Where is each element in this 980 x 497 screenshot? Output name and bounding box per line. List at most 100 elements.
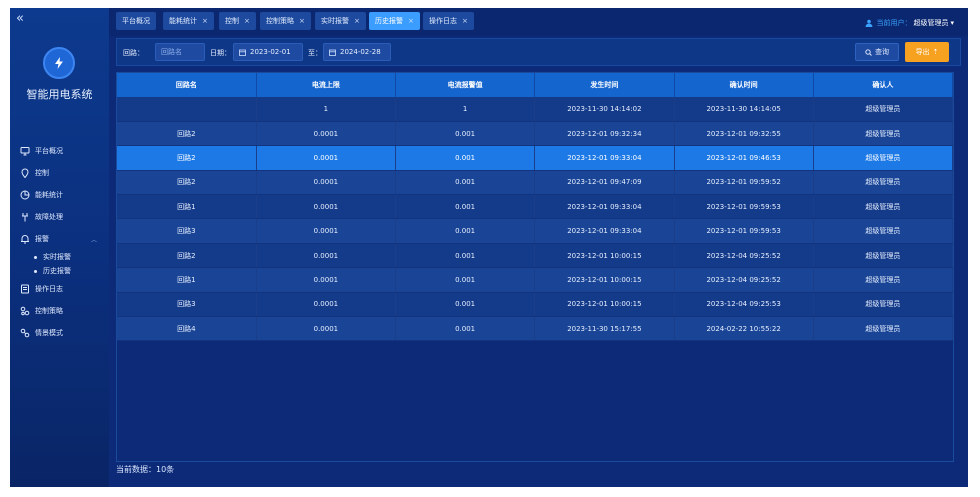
sidebar-item-scene-mode[interactable]: 情景模式 (10, 322, 109, 344)
table-row[interactable]: 回路2 0.0001 0.001 2023-12-01 09:32:34 2023-12… (117, 121, 954, 147)
calendar-icon (329, 49, 336, 56)
tab-control-strategy[interactable]: 控制策略 × (260, 12, 311, 30)
table-cell: 0.001 (395, 145, 536, 171)
sidebar-item-label: 平台概况 (35, 147, 63, 155)
tab-label: 控制 (225, 17, 239, 25)
table-cell: 2023-12-01 09:59:52 (674, 170, 814, 196)
sidebar-item-label: 能耗统计 (35, 191, 63, 199)
tab-realtime-alarm[interactable]: 实时报警 × (315, 12, 366, 30)
loop-placeholder: 回路名 (161, 48, 182, 56)
close-icon[interactable]: × (462, 17, 468, 25)
table-cell: 0.001 (395, 194, 536, 220)
tab-history-alarm[interactable]: 历史报警 × (369, 12, 420, 30)
table-cell: 回路1 (117, 267, 257, 293)
sidebar-item-fault[interactable]: 故障处理 (10, 206, 109, 228)
loop-label: 回路： (123, 49, 144, 57)
close-icon[interactable]: × (408, 17, 414, 25)
close-icon[interactable]: × (354, 17, 360, 25)
column-header[interactable]: 电流上限 (256, 73, 397, 97)
table-cell: 2023-12-01 09:46:53 (674, 145, 814, 171)
column-header[interactable]: 确认人 (813, 73, 954, 97)
close-icon[interactable]: × (299, 17, 305, 25)
close-icon[interactable]: × (202, 17, 208, 25)
sidebar-item-control[interactable]: 控制 (10, 162, 109, 184)
data-count: 当前数据：10条 (116, 465, 175, 474)
sidebar-item-overview[interactable]: 平台概况 (10, 140, 109, 162)
table-row[interactable]: 回路1 0.0001 0.001 2023-12-01 09:33:04 2023-12… (117, 194, 954, 220)
pie-icon (20, 190, 30, 200)
sidebar-menu: 平台概况 控制 能耗统计 故障处理 报警 ︿ 实时报警 历史报警 操作日志 控制… (10, 140, 109, 344)
table-header-row: 回路名 电流上限 电流报警值 发生时间 确认时间 确认人 (117, 73, 954, 97)
table-row[interactable]: 回路2 0.0001 0.001 2023-12-01 10:00:15 2023-12… (117, 243, 954, 269)
sidebar: « 智能用电系统 平台概况 控制 能耗统计 故障处理 报警 ︿ 实时报警 历史报… (10, 8, 109, 487)
table-cell: 2023-12-04 09:25:53 (674, 292, 814, 318)
app-window: « 智能用电系统 平台概况 控制 能耗统计 故障处理 报警 ︿ 实时报警 历史报… (10, 8, 968, 487)
table-row[interactable]: 回路2 0.0001 0.001 2023-12-01 09:47:09 2023-12… (117, 170, 954, 196)
table-row[interactable]: 回路3 0.0001 0.001 2023-12-01 10:00:15 2023-12… (117, 292, 954, 318)
table-cell: 回路2 (117, 121, 257, 147)
table-cell: 0.0001 (256, 194, 397, 220)
collapse-sidebar-icon[interactable]: « (16, 12, 24, 26)
table-cell: 1 (395, 97, 536, 122)
table-row[interactable]: 1 1 2023-11-30 14:14:02 2023-11-30 14:14:05… (117, 97, 954, 122)
monitor-icon (20, 146, 30, 156)
table-row[interactable]: 回路3 0.0001 0.001 2023-12-01 09:33:04 2023-12… (117, 218, 954, 244)
table-cell: 0.0001 (256, 316, 397, 342)
query-button[interactable]: 查询 (855, 43, 899, 61)
sidebar-subitem-history-alarm[interactable]: 历史报警 (10, 264, 109, 278)
sidebar-subitem-label: 历史报警 (43, 267, 71, 275)
sidebar-subitem-realtime-alarm[interactable]: 实时报警 (10, 250, 109, 264)
export-button[interactable]: 导出 ⇡ (905, 42, 949, 62)
tab-overview[interactable]: 平台概况 (116, 12, 156, 30)
column-header[interactable]: 发生时间 (534, 73, 675, 97)
table-cell (117, 97, 257, 122)
tab-label: 历史报警 (375, 17, 403, 25)
sidebar-item-label: 控制策略 (35, 307, 63, 315)
sidebar-item-control-strategy[interactable]: 控制策略 (10, 300, 109, 322)
table-cell: 超级管理员 (813, 145, 954, 171)
table-cell: 超级管理员 (813, 292, 954, 318)
user-menu[interactable]: 当前用户： 超级管理员 ▾ (865, 18, 954, 28)
column-header[interactable]: 电流报警值 (395, 73, 536, 97)
bell-icon (20, 234, 30, 244)
table-cell: 2023-12-01 10:00:15 (534, 292, 675, 318)
end-date-input[interactable]: 2024-02-28 (323, 43, 391, 61)
column-header[interactable]: 确认时间 (674, 73, 814, 97)
flow-icon (20, 306, 30, 316)
table-cell: 2023-12-01 09:59:53 (674, 218, 814, 244)
start-date-value: 2023-02-01 (250, 48, 291, 56)
table-cell: 2023-12-04 09:25:52 (674, 243, 814, 269)
upload-icon: ⇡ (932, 48, 939, 56)
table-cell: 0.001 (395, 243, 536, 269)
table-row[interactable]: 回路1 0.0001 0.001 2023-12-01 10:00:15 2023-12… (117, 267, 954, 293)
tab-energy-stats[interactable]: 能耗统计 × (163, 12, 214, 30)
column-header[interactable]: 回路名 (117, 73, 257, 97)
table-row[interactable]: 回路4 0.0001 0.001 2023-11-30 15:17:55 2024-02… (117, 316, 954, 342)
table-cell: 回路3 (117, 292, 257, 318)
table-cell: 回路3 (117, 218, 257, 244)
table-row[interactable]: 回路2 0.0001 0.001 2023-12-01 09:33:04 2023-12… (117, 145, 954, 171)
table-cell: 超级管理员 (813, 97, 954, 122)
tab-label: 实时报警 (321, 17, 349, 25)
table-cell: 0.001 (395, 218, 536, 244)
start-date-input[interactable]: 2023-02-01 (233, 43, 303, 61)
table-cell: 超级管理员 (813, 218, 954, 244)
table-cell: 0.0001 (256, 145, 397, 171)
bullet-dot-icon (34, 269, 37, 273)
sidebar-item-energy-stats[interactable]: 能耗统计 (10, 184, 109, 206)
tab-control[interactable]: 控制 × (219, 12, 256, 30)
tab-label: 平台概况 (122, 17, 150, 25)
close-icon[interactable]: × (244, 17, 250, 25)
table-cell: 超级管理员 (813, 243, 954, 269)
table-cell: 0.0001 (256, 267, 397, 293)
tab-operation-log[interactable]: 操作日志 × (423, 12, 474, 30)
table-cell: 1 (256, 97, 397, 122)
table-cell: 超级管理员 (813, 121, 954, 147)
sidebar-item-alarm[interactable]: 报警 ︿ (10, 228, 109, 250)
table-cell: 回路4 (117, 316, 257, 342)
pin-icon (20, 168, 30, 178)
sidebar-item-operation-log[interactable]: 操作日志 (10, 278, 109, 300)
loop-input[interactable]: 回路名 (155, 43, 205, 61)
log-icon (20, 284, 30, 294)
table-cell: 2023-12-01 10:00:15 (534, 243, 675, 269)
